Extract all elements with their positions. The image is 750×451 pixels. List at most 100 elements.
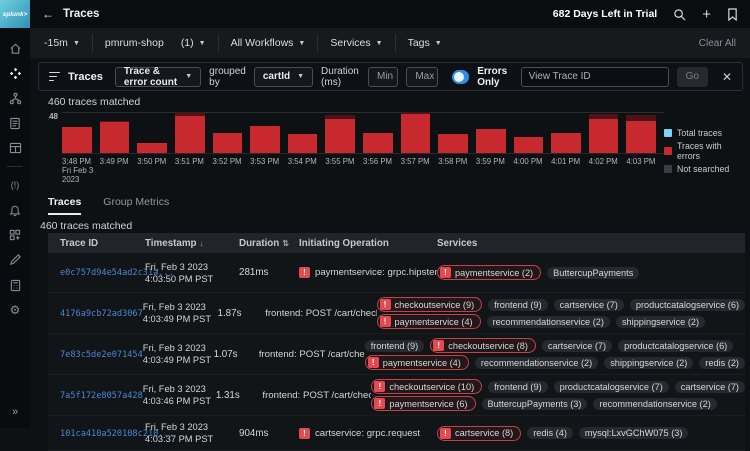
service-error-chip[interactable]: !checkoutservice (9) (377, 297, 483, 312)
service-error-chip[interactable]: !paymentservice (2) (437, 265, 541, 280)
timestamp-line: Fri, Feb 3 2023 (143, 301, 218, 313)
chart-bar[interactable] (288, 134, 318, 153)
errors-only-label: Errors Only (477, 66, 512, 88)
chart-bar[interactable] (137, 143, 167, 153)
settings-gear-icon[interactable]: ⚙ (6, 302, 24, 318)
service-chip[interactable]: frontend (9) (488, 381, 548, 393)
services-dropdown[interactable]: Services▼ (318, 34, 395, 52)
chart-bar[interactable] (62, 127, 92, 153)
service-error-chip[interactable]: !checkoutservice (10) (371, 379, 482, 394)
service-chip[interactable]: productcatalogservice (6) (618, 340, 733, 352)
service-chip[interactable]: ButtercupPayments (547, 267, 639, 279)
home-icon[interactable] (6, 40, 24, 56)
service-chip[interactable]: shippingservice (2) (616, 316, 705, 328)
chart-bar[interactable] (325, 115, 355, 153)
search-icon[interactable] (673, 8, 686, 21)
legend-item[interactable]: Total traces (664, 128, 746, 138)
chart-bar[interactable] (100, 121, 130, 153)
time-range-dropdown[interactable]: -15m▼ (40, 34, 93, 52)
environment-dropdown[interactable]: pmrum-shop (1) ▼ (93, 34, 219, 52)
col-header-trace-id[interactable]: Trace ID (48, 238, 145, 249)
tab-traces[interactable]: Traces (48, 196, 81, 215)
trace-id-link[interactable]: 7e83c5de2e071454 (60, 350, 143, 360)
duration-min-stepper[interactable]: Min ▲▼ (368, 67, 398, 87)
group-field-dropdown[interactable]: cartId▼ (254, 67, 313, 87)
col-header-duration[interactable]: Duration⇅ (239, 238, 299, 249)
legend-swatch (664, 147, 672, 155)
log-observer-icon[interactable] (6, 115, 24, 131)
service-chip[interactable]: recommendationservice (2) (593, 398, 716, 410)
bookmark-icon[interactable] (727, 8, 738, 21)
close-icon[interactable]: ✕ (722, 70, 732, 84)
service-chip[interactable]: productcatalogservice (7) (554, 381, 669, 393)
timestamp-line: Fri, Feb 3 2023 (143, 383, 216, 395)
chart-bar[interactable] (626, 115, 656, 153)
data-configuration-icon[interactable] (6, 277, 24, 293)
back-arrow-icon[interactable]: ← (42, 7, 54, 21)
metrics-grid-icon[interactable] (6, 227, 24, 243)
table-header-row: Trace ID Timestamp↓ Duration⇅ Initiating… (48, 233, 745, 253)
initiating-operation-cell: !paymentservice: grpc.hipstershop.P... (299, 267, 437, 278)
view-trace-id-input[interactable] (521, 67, 669, 87)
chart-bar[interactable] (551, 133, 581, 153)
trace-id-link[interactable]: 4176a9cb72ad3067 (60, 309, 143, 319)
tags-dropdown[interactable]: Tags▼ (396, 34, 454, 52)
service-chip[interactable]: cartservice (7) (675, 381, 745, 393)
add-icon[interactable]: + (702, 6, 711, 23)
legend-item[interactable]: Traces with errors (664, 141, 746, 161)
sidebar-expand-icon[interactable]: » (12, 398, 18, 428)
service-error-chip[interactable]: !paymentservice (4) (365, 355, 469, 370)
service-chip[interactable]: cartservice (7) (554, 299, 624, 311)
alerts-bell-icon[interactable] (6, 202, 24, 218)
infrastructure-icon[interactable] (6, 90, 24, 106)
x-axis-tick-label: 3:54 PM (288, 154, 326, 184)
bar-error-segment (626, 121, 656, 153)
chart-bar[interactable] (250, 126, 280, 153)
service-chip[interactable]: redis (2) (699, 357, 745, 369)
duration-max-stepper[interactable]: Max ▲▼ (406, 67, 438, 87)
detectors-icon[interactable]: (!) (6, 177, 24, 193)
service-error-chip[interactable]: !checkoutservice (8) (430, 338, 536, 353)
annotate-pencil-icon[interactable] (6, 252, 24, 268)
chart-bar[interactable] (213, 133, 243, 154)
workflows-dropdown[interactable]: All Workflows▼ (219, 34, 319, 52)
col-header-timestamp[interactable]: Timestamp↓ (145, 238, 239, 249)
chart-bar[interactable] (589, 114, 619, 153)
go-button[interactable]: Go (677, 67, 708, 87)
tab-group-metrics[interactable]: Group Metrics (103, 196, 169, 215)
splunk-logo[interactable]: splunk> (0, 0, 30, 28)
trace-id-link[interactable]: 7a5f172e8057a428 (60, 391, 143, 401)
chart-bar-slot (551, 113, 589, 153)
service-chip[interactable]: redis (4) (527, 427, 573, 439)
trace-table-row: 101ca410a520108c210...Fri, Feb 3 20234:0… (48, 416, 745, 451)
service-error-chip[interactable]: !paymentservice (4) (377, 314, 481, 329)
apm-icon[interactable] (6, 65, 24, 81)
legend-item[interactable]: Not searched (664, 164, 746, 174)
service-chip[interactable]: recommendationservice (2) (487, 316, 610, 328)
count-mode-dropdown[interactable]: Trace & error count▼ (115, 67, 201, 87)
chart-bar[interactable] (514, 137, 544, 153)
service-chip[interactable]: frontend (9) (365, 340, 425, 352)
chart-bar[interactable] (175, 112, 205, 153)
errors-only-toggle[interactable] (452, 70, 469, 84)
chart-bar-slot (62, 113, 100, 153)
initiating-operation-text: frontend: POST /cart/checkout (265, 308, 376, 319)
clear-all-link[interactable]: Clear All (699, 38, 740, 49)
dashboards-icon[interactable] (6, 140, 24, 156)
chart-bar[interactable] (401, 112, 431, 153)
service-chip[interactable]: mysql:LxvGChW075 (3) (579, 427, 689, 439)
service-chip[interactable]: cartservice (7) (542, 340, 612, 352)
chart-bar[interactable] (363, 133, 393, 153)
service-chip[interactable]: recommendationservice (2) (475, 357, 598, 369)
service-chip[interactable]: shippingservice (2) (604, 357, 693, 369)
service-error-chip[interactable]: !paymentservice (6) (371, 396, 475, 411)
chart-bar[interactable] (476, 129, 506, 153)
service-chip[interactable]: frontend (9) (488, 299, 548, 311)
trial-days-badge[interactable]: 682 Days Left in Trial (553, 8, 657, 20)
services-line: !paymentservice (4) recommendationservice… (365, 355, 745, 370)
chart-bar[interactable] (438, 134, 468, 153)
service-chip[interactable]: ButtercupPayments (3) (482, 398, 588, 410)
stepper-arrows-icon[interactable]: ▲▼ (437, 68, 438, 86)
service-chip[interactable]: productcatalogservice (6) (630, 299, 745, 311)
chevron-down-icon: ▼ (376, 40, 383, 47)
